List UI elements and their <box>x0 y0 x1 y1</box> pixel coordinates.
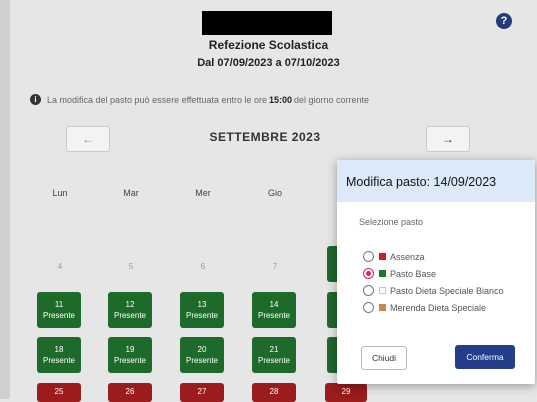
radio-button[interactable] <box>363 285 374 296</box>
day-cell[interactable]: 18 Presente <box>37 337 81 373</box>
day-cell[interactable]: 21 Presente <box>252 337 296 373</box>
option-pasto-base[interactable]: Pasto Base <box>363 268 436 279</box>
option-label: Pasto Base <box>390 268 437 279</box>
next-month-button[interactable]: → <box>426 126 470 152</box>
help-icon[interactable]: ? <box>496 13 512 29</box>
day-status: Presente <box>257 311 291 320</box>
weekday-header: Mer <box>195 188 211 198</box>
color-swatch <box>379 304 386 311</box>
day-cell[interactable]: 19 Presente <box>108 337 152 373</box>
day-cell-partial[interactable] <box>327 292 337 328</box>
option-merenda-dieta-speciale[interactable]: Merenda Dieta Speciale <box>363 302 486 313</box>
close-button[interactable]: Chiudi <box>361 346 407 370</box>
day-cell[interactable]: 12 Presente <box>108 292 152 328</box>
date-range: Dal 07/09/2023 a 07/10/2023 <box>197 57 340 69</box>
day-status: Presente <box>42 311 76 320</box>
day-number: 27 <box>197 387 207 396</box>
day-number: 19 <box>125 345 135 354</box>
day-cell[interactable]: 27 <box>180 383 224 402</box>
day-status: Presente <box>185 311 219 320</box>
color-swatch <box>379 270 386 277</box>
info-time: 15:00 <box>268 94 293 105</box>
day-number: 21 <box>269 345 279 354</box>
day-cell[interactable]: 26 <box>108 383 152 402</box>
radio-button[interactable] <box>363 251 374 262</box>
day-number: 20 <box>197 345 207 354</box>
option-label: Assenza <box>390 251 425 262</box>
day-cell[interactable]: 29 <box>325 383 367 402</box>
color-swatch <box>379 253 386 260</box>
month-label: SETTEMBRE 2023 <box>209 130 321 144</box>
day-number: 5 <box>128 262 134 271</box>
day-status: Presente <box>42 356 76 365</box>
day-cell[interactable]: 20 Presente <box>180 337 224 373</box>
day-number: 29 <box>341 387 351 396</box>
color-swatch <box>379 287 386 294</box>
day-status: Presente <box>113 311 147 320</box>
radio-button[interactable] <box>363 302 374 313</box>
day-number: 26 <box>125 387 135 396</box>
day-cell[interactable]: 25 <box>37 383 81 402</box>
day-number: 18 <box>54 345 64 354</box>
day-cell[interactable]: 28 <box>252 383 296 402</box>
weekday-header: Gio <box>267 188 282 198</box>
info-text-after: del giorno corrente <box>294 94 370 105</box>
day-number: 28 <box>269 387 279 396</box>
day-number: 13 <box>197 300 207 309</box>
prev-month-button[interactable]: ← <box>66 126 110 152</box>
weekday-header: Lun <box>52 188 68 198</box>
day-number: 6 <box>200 262 206 271</box>
day-cell-partial[interactable] <box>327 246 337 282</box>
day-cell[interactable]: 13 Presente <box>180 292 224 328</box>
option-pasto-dieta-speciale-bianco[interactable]: Pasto Dieta Speciale Bianco <box>363 285 504 296</box>
day-number: 4 <box>57 262 63 271</box>
day-status: Presente <box>113 356 147 365</box>
option-label: Pasto Dieta Speciale Bianco <box>390 285 504 296</box>
option-assenza[interactable]: Assenza <box>363 251 425 262</box>
info-text-before: La modifica del pasto può essere effettu… <box>47 94 267 105</box>
day-number: 12 <box>125 300 135 309</box>
page-title: Refezione Scolastica <box>208 38 329 52</box>
radio-button[interactable] <box>363 268 374 279</box>
info-notice: i La modifica del pasto può essere effet… <box>30 94 369 105</box>
edit-meal-modal: Modifica pasto: 14/09/2023 Selezione pas… <box>337 160 535 384</box>
day-status: Presente <box>257 356 291 365</box>
day-number: 11 <box>54 300 64 309</box>
meal-selection-label: Selezione pasto <box>359 217 424 227</box>
day-cell-partial[interactable] <box>327 337 337 373</box>
day-cell[interactable]: 14 Presente <box>252 292 296 328</box>
day-number: 14 <box>269 300 279 309</box>
day-status: Presente <box>185 356 219 365</box>
modal-title: Modifica pasto: 14/09/2023 <box>337 160 535 202</box>
info-icon: i <box>30 94 41 105</box>
day-cell[interactable]: 11 Presente <box>37 292 81 328</box>
day-number: 25 <box>54 387 64 396</box>
redacted-block <box>202 11 332 35</box>
day-number: 7 <box>272 262 278 271</box>
weekday-header: Mar <box>123 188 139 198</box>
option-label: Merenda Dieta Speciale <box>390 302 487 313</box>
confirm-button[interactable]: Conferma <box>455 345 515 369</box>
